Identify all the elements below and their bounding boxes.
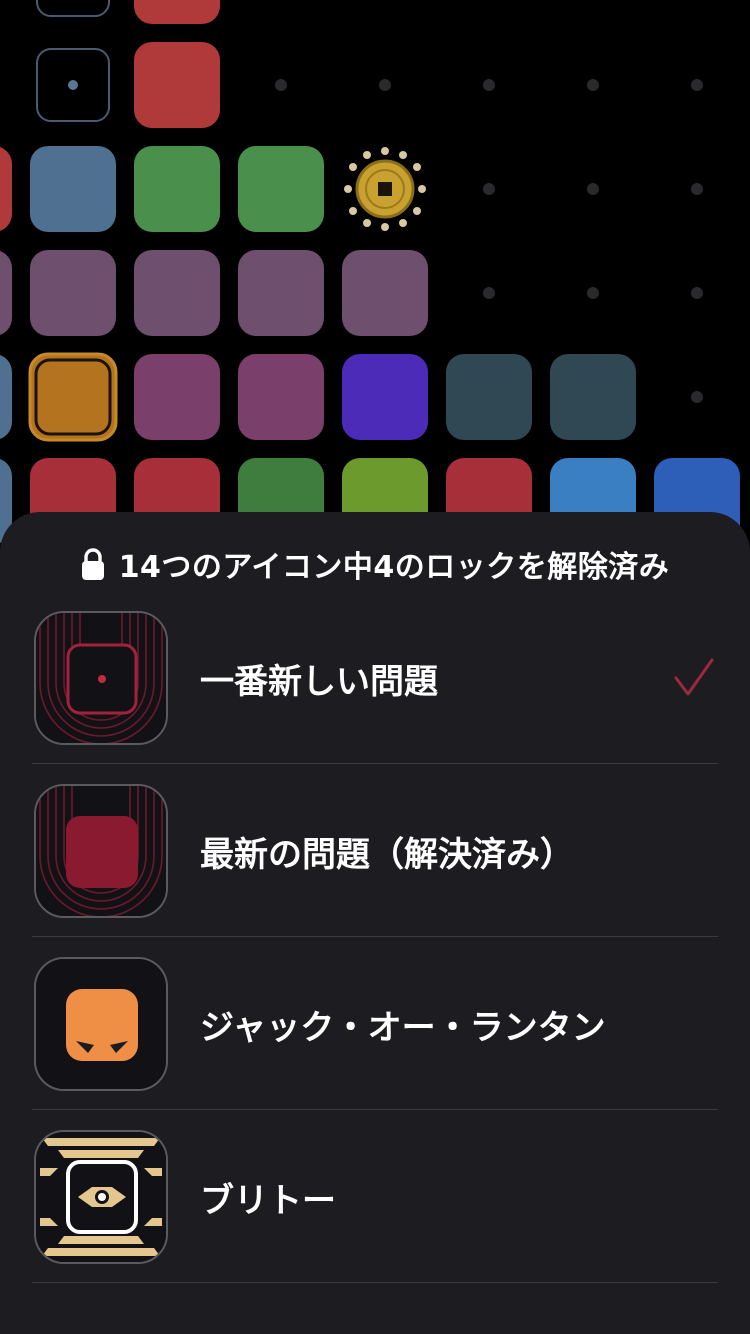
unlock-progress-header: 14つのアイコン中4のロックを解除済み: [0, 542, 750, 586]
jack-o-lantern-icon: [34, 957, 168, 1091]
burrito-icon: [34, 1130, 168, 1264]
grid-tile[interactable]: [0, 250, 12, 336]
row-divider: [32, 1282, 718, 1283]
grid-tile[interactable]: [238, 250, 324, 336]
grid-tile[interactable]: [30, 146, 116, 232]
grid-tile[interactable]: [342, 354, 428, 440]
row-divider: [32, 763, 718, 764]
lock-icon: [81, 548, 104, 580]
grid-tile[interactable]: [238, 354, 324, 440]
row-divider: [32, 936, 718, 937]
grid-tile[interactable]: [446, 354, 532, 440]
icon-option-newest-solved[interactable]: 最新の問題（解決済み）: [0, 765, 750, 937]
unlock-progress-text: 14つのアイコン中4のロックを解除済み: [118, 550, 670, 585]
coin-icon[interactable]: [344, 147, 426, 231]
app-icon-sheet: 14つのアイコン中4のロックを解除済み 一番新しい問題 最新の問題（解決済み） …: [0, 512, 750, 1334]
grid-tile[interactable]: [342, 250, 428, 336]
icon-option-label: ブリトー: [200, 1180, 336, 1221]
newest-solved-icon: [34, 784, 168, 918]
icon-option-burrito[interactable]: ブリトー: [0, 1111, 750, 1283]
grid-tile-selected[interactable]: [28, 352, 118, 442]
icon-option-label: 最新の問題（解決済み）: [200, 834, 574, 875]
grid-tile[interactable]: [134, 42, 220, 128]
grid-tile[interactable]: [0, 354, 12, 440]
icon-option-label: ジャック・オー・ランタン: [200, 1007, 606, 1048]
grid-tile[interactable]: [134, 354, 220, 440]
icon-option-label: 一番新しい問題: [200, 661, 438, 702]
puzzle-grid-background: [0, 0, 740, 544]
icon-option-jack-o-lantern[interactable]: ジャック・オー・ランタン: [0, 938, 750, 1110]
grid-tile[interactable]: [0, 146, 12, 232]
grid-tile[interactable]: [134, 0, 220, 24]
newest-puzzle-icon: [34, 611, 168, 745]
grid-tile-outline[interactable]: [36, 0, 110, 17]
grid-tile[interactable]: [238, 146, 324, 232]
grid-tile[interactable]: [134, 250, 220, 336]
row-divider: [32, 1109, 718, 1110]
checkmark-icon: [674, 658, 714, 696]
grid-tile[interactable]: [134, 146, 220, 232]
grid-tile[interactable]: [550, 354, 636, 440]
icon-option-newest-puzzle[interactable]: 一番新しい問題: [0, 592, 750, 764]
grid-tile[interactable]: [30, 250, 116, 336]
